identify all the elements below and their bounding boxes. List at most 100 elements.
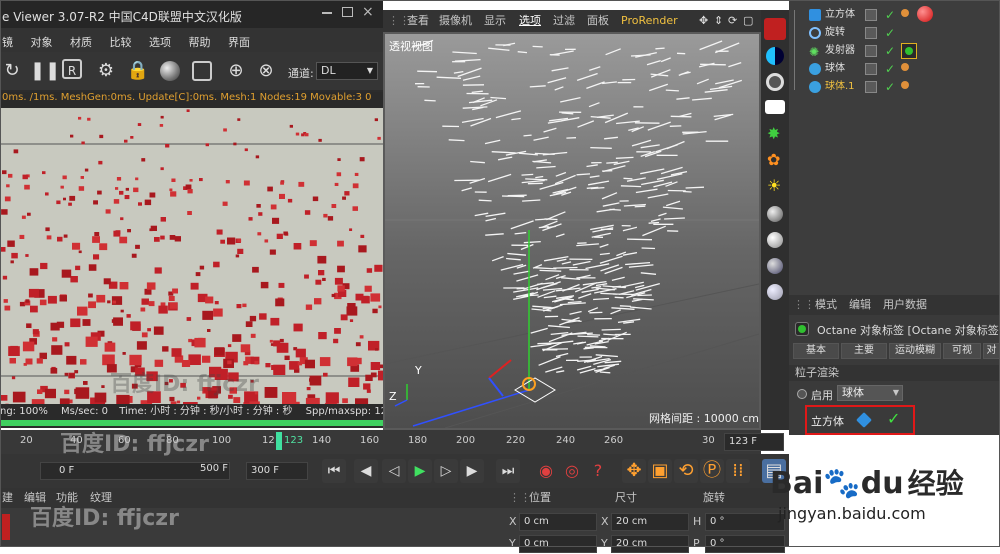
- visibility-toggle-icon[interactable]: [865, 63, 877, 75]
- material-tag-icon[interactable]: [917, 6, 933, 22]
- region-render-icon[interactable]: R: [62, 59, 82, 79]
- octane-tag-icon[interactable]: [901, 43, 917, 59]
- viewport-menu-filter[interactable]: 过滤: [553, 10, 575, 32]
- material-ball-icon[interactable]: [767, 232, 783, 248]
- viewport-canvas[interactable]: YZ 透视视图 网格间距 : 10000 cm: [383, 32, 761, 430]
- object-row-rotate[interactable]: 旋转 ✓: [789, 24, 1000, 42]
- pick-material-icon[interactable]: ⊗: [254, 59, 278, 83]
- auto-key-icon[interactable]: ◎: [560, 459, 584, 483]
- play-icon[interactable]: ▶: [408, 459, 432, 483]
- viewport-menu-panel[interactable]: 面板: [587, 10, 609, 32]
- settings-gear-icon[interactable]: ⚙: [94, 59, 118, 83]
- rotation-h-field[interactable]: 0 °: [705, 513, 785, 531]
- point-level-icon[interactable]: ⁞⁞: [726, 459, 750, 483]
- tab-basic[interactable]: 基本: [793, 343, 839, 359]
- menu-item[interactable]: 选项: [149, 36, 171, 49]
- viewport-menu-view[interactable]: 查看: [407, 10, 429, 32]
- attr-menu-userdata[interactable]: 用户数据: [883, 295, 927, 315]
- viewport-menu-prorender[interactable]: ProRender: [621, 10, 678, 32]
- daylight-icon[interactable]: ☀: [767, 176, 781, 195]
- toggle-view-icon[interactable]: ▢: [743, 10, 753, 32]
- tab-main[interactable]: 主要: [841, 343, 887, 359]
- material-sphere-icon[interactable]: [160, 61, 180, 81]
- material-ball-icon[interactable]: [767, 284, 783, 300]
- minimize-icon[interactable]: [322, 12, 332, 14]
- object-row-cube[interactable]: 立方体 ✓: [789, 6, 1000, 24]
- material-ball-icon[interactable]: [767, 206, 783, 222]
- close-icon[interactable]: ×: [362, 4, 374, 20]
- playhead[interactable]: [276, 432, 282, 450]
- drag-handle-icon[interactable]: ⋮⋮: [509, 488, 531, 508]
- goto-start-icon[interactable]: ⏮: [322, 459, 346, 483]
- cube-object-icon[interactable]: [856, 412, 872, 428]
- texture-env-icon[interactable]: [766, 73, 784, 91]
- enable-radio[interactable]: [797, 389, 807, 399]
- rotate-key-icon[interactable]: ⟲: [674, 459, 698, 483]
- menu-item[interactable]: 帮助: [189, 36, 211, 49]
- move-view-icon[interactable]: ✥: [699, 10, 708, 32]
- max-frame-field[interactable]: 300 F: [246, 462, 308, 480]
- object-row-emitter[interactable]: ✺ 发射器 ✓: [789, 42, 1000, 60]
- next-frame-icon[interactable]: ▷: [434, 459, 458, 483]
- move-key-icon[interactable]: ✥: [622, 459, 646, 483]
- range-slider-end[interactable]: 500 F: [200, 463, 228, 474]
- tag-icon[interactable]: [901, 9, 909, 17]
- attr-menu-edit[interactable]: 编辑: [849, 295, 871, 315]
- tag-icon[interactable]: [901, 81, 909, 89]
- record-key-icon[interactable]: ◉: [534, 459, 558, 483]
- next-key-icon[interactable]: ▶: [460, 459, 484, 483]
- current-frame-field[interactable]: 123 F: [724, 433, 784, 451]
- attr-menu-mode[interactable]: 模式: [815, 295, 837, 315]
- visibility-toggle-icon[interactable]: [865, 45, 877, 57]
- viewport-menu-camera[interactable]: 摄像机: [439, 10, 472, 32]
- enabled-check-icon[interactable]: ✓: [885, 42, 895, 60]
- visibility-toggle-icon[interactable]: [865, 27, 877, 39]
- menu-item[interactable]: 对象: [31, 36, 53, 49]
- menu-item[interactable]: 比较: [110, 36, 132, 49]
- scale-key-icon[interactable]: ▣: [648, 459, 672, 483]
- drag-handle-icon[interactable]: ⋮⋮: [793, 295, 815, 315]
- rotation-p-field[interactable]: 0 °: [705, 535, 785, 553]
- menu-item[interactable]: 材质: [70, 36, 92, 49]
- enable-select[interactable]: 球体 ▼: [837, 385, 903, 401]
- enabled-check-icon[interactable]: ✓: [885, 24, 895, 42]
- enabled-check-icon[interactable]: ✓: [885, 78, 895, 96]
- tag-icon[interactable]: [901, 63, 909, 71]
- lock-icon[interactable]: 🔒: [126, 59, 150, 83]
- tab-motion-blur[interactable]: 运动模糊: [889, 343, 941, 359]
- menu-item[interactable]: 界面: [228, 36, 250, 49]
- hdri-env-icon[interactable]: [766, 47, 784, 65]
- area-light-icon[interactable]: [765, 100, 785, 114]
- maximize-icon[interactable]: [342, 7, 353, 17]
- mat-menu-create[interactable]: 建: [2, 488, 13, 508]
- param-key-icon[interactable]: Ⓟ: [700, 459, 724, 483]
- viewport-menu-display[interactable]: 显示: [484, 10, 506, 32]
- object-row-sphere[interactable]: 球体 ✓: [789, 60, 1000, 78]
- material-thumbnail[interactable]: [2, 514, 10, 540]
- pick-focus-icon[interactable]: ⊕: [224, 59, 248, 83]
- material-ball-icon[interactable]: [767, 258, 783, 274]
- sun-object-icon[interactable]: ✿: [767, 150, 780, 169]
- goto-end-icon[interactable]: ⏭: [496, 459, 520, 483]
- instance-check-icon[interactable]: ✓: [887, 409, 900, 428]
- zoom-view-icon[interactable]: ⇕: [714, 10, 723, 32]
- clay-mode-icon[interactable]: [192, 61, 212, 81]
- size-y-field[interactable]: 20 cm: [611, 535, 689, 553]
- restart-render-icon[interactable]: ↻: [0, 59, 24, 83]
- visibility-toggle-icon[interactable]: [865, 9, 877, 21]
- rotate-view-icon[interactable]: ⟳: [728, 10, 737, 32]
- position-y-field[interactable]: 0 cm: [519, 535, 597, 553]
- enabled-check-icon[interactable]: ✓: [885, 60, 895, 78]
- menu-item[interactable]: 镜: [2, 36, 13, 49]
- particle-icon[interactable]: ✸: [767, 124, 780, 143]
- visibility-toggle-icon[interactable]: [865, 81, 877, 93]
- keyframe-help-icon[interactable]: ?: [586, 459, 610, 483]
- enabled-check-icon[interactable]: ✓: [885, 6, 895, 24]
- viewport-menu-options[interactable]: 选项: [519, 10, 541, 32]
- position-x-field[interactable]: 0 cm: [519, 513, 597, 531]
- pause-icon[interactable]: ❚❚: [30, 59, 54, 83]
- size-x-field[interactable]: 20 cm: [611, 513, 689, 531]
- prev-key-icon[interactable]: ◀: [354, 459, 378, 483]
- tab-visibility[interactable]: 可视: [943, 343, 981, 359]
- render-camera-icon[interactable]: [764, 18, 786, 40]
